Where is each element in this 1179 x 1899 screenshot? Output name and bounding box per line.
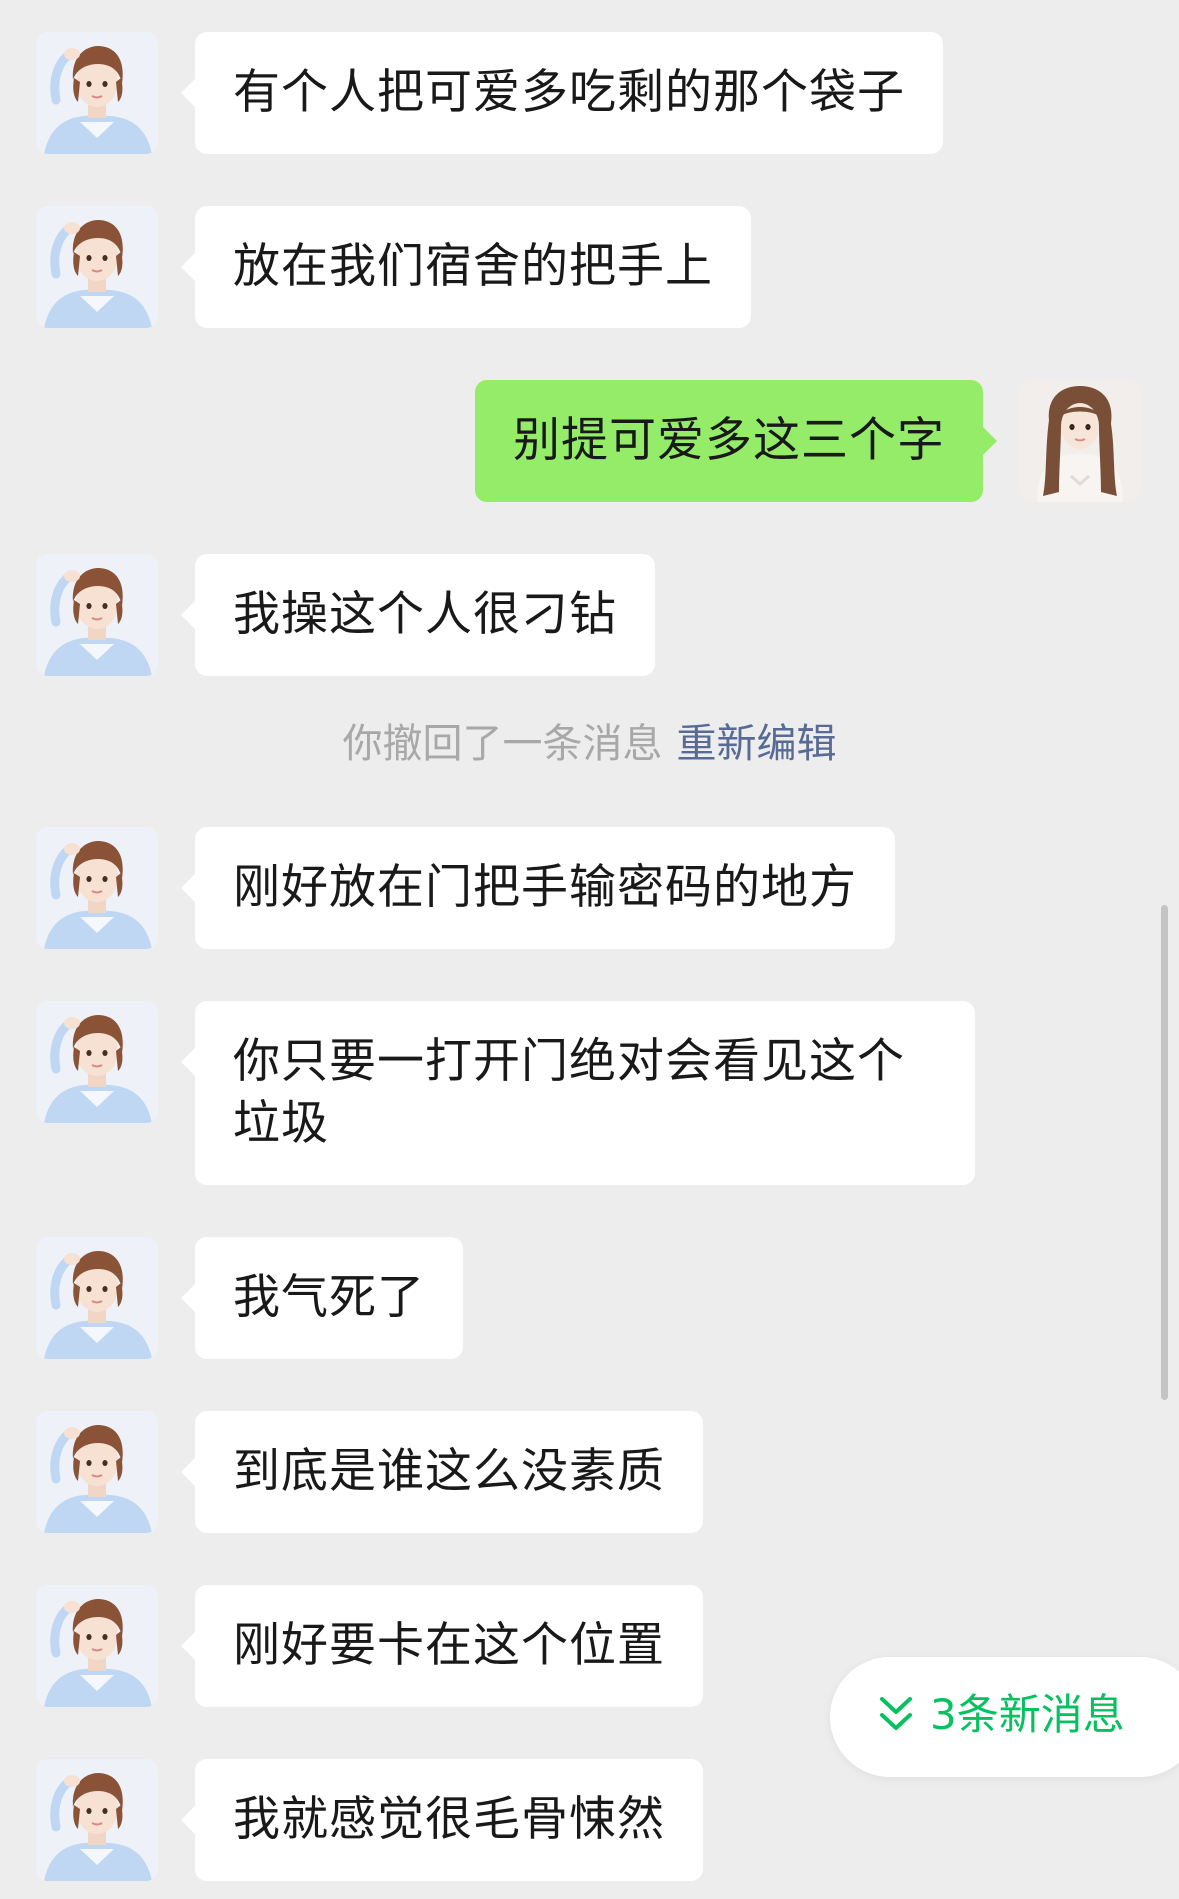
contact-avatar[interactable] [36,1585,158,1707]
incoming-message-bubble[interactable]: 我就感觉很毛骨悚然 [181,1759,703,1881]
incoming-message-bubble[interactable]: 有个人把可爱多吃剩的那个袋子 [181,32,943,154]
incoming-message-bubble[interactable]: 我操这个人很刁钻 [181,554,655,676]
incoming-message-bubble[interactable]: 你只要一打开门绝对会看见这个垃圾 [181,1001,975,1185]
outgoing-message-bubble[interactable]: 别提可爱多这三个字 [475,380,997,502]
recall-notice-text: 你撤回了一条消息 [342,721,663,767]
new-messages-button[interactable]: 3条新消息 [830,1657,1179,1777]
re-edit-link[interactable]: 重新编辑 [677,721,837,767]
double-chevron-down-icon [876,1693,916,1741]
incoming-message-bubble[interactable]: 刚好放在门把手输密码的地方 [181,827,895,949]
contact-avatar[interactable] [36,1001,158,1123]
incoming-message-bubble[interactable]: 放在我们宿舍的把手上 [181,206,751,328]
incoming-message-bubble[interactable]: 到底是谁这么没素质 [181,1411,703,1533]
scrollbar[interactable] [1161,905,1168,1400]
contact-avatar[interactable] [36,554,158,676]
recall-notice: 你撤回了一条消息 重新编辑 [0,718,1179,770]
incoming-message-bubble[interactable]: 刚好要卡在这个位置 [181,1585,703,1707]
chat-history[interactable]: 有个人把可爱多吃剩的那个袋子 放在我们宿舍的把手上 别提可爱多这三个字 我操这个… [0,0,1179,1899]
contact-avatar[interactable] [36,206,158,328]
self-avatar[interactable] [1019,380,1141,502]
incoming-message-bubble[interactable]: 我气死了 [181,1237,463,1359]
contact-avatar[interactable] [36,1237,158,1359]
contact-avatar[interactable] [36,1411,158,1533]
contact-avatar[interactable] [36,32,158,154]
contact-avatar[interactable] [36,1759,158,1881]
contact-avatar[interactable] [36,827,158,949]
new-messages-label: 3条新消息 [930,1690,1125,1739]
